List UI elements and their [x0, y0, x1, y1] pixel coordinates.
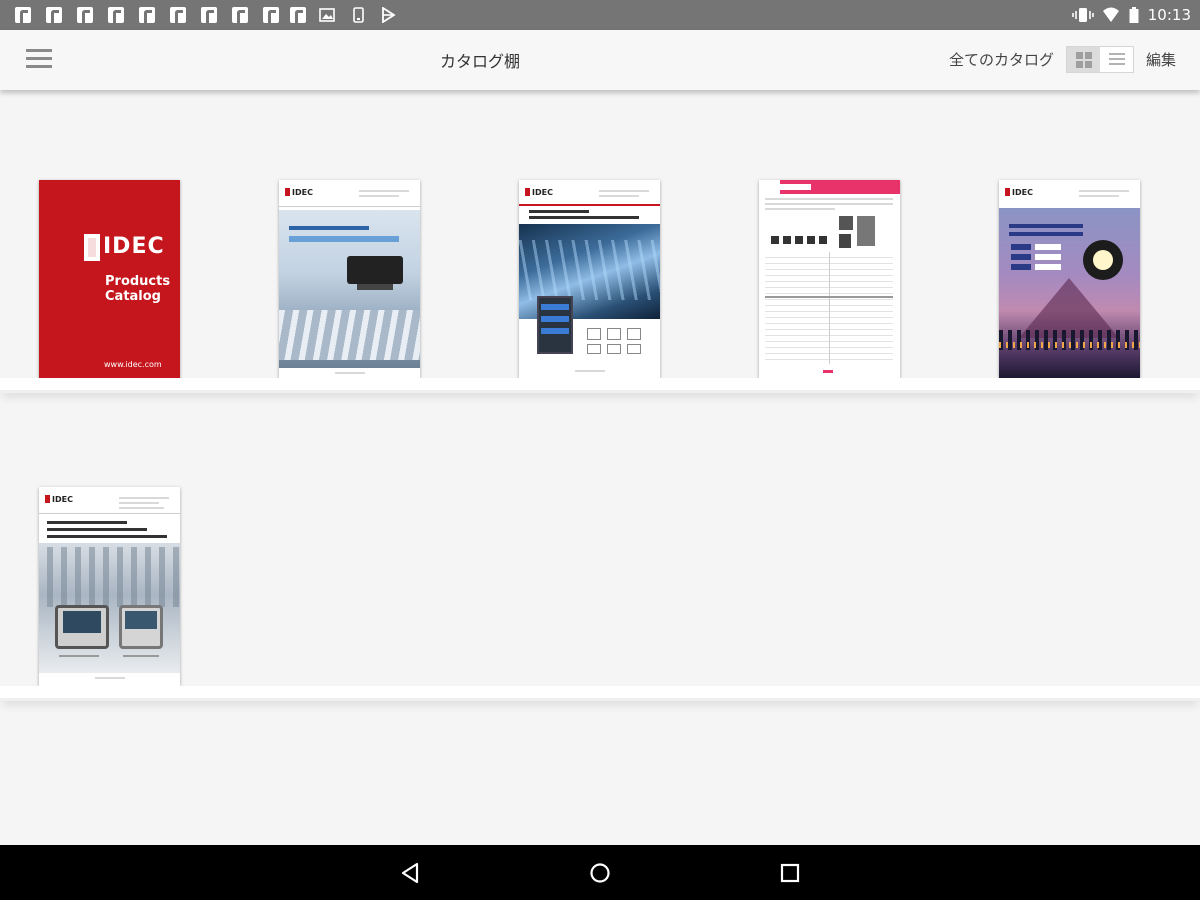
catalog-book[interactable]: IDEC — [999, 180, 1140, 379]
facebook-notification-icon — [46, 7, 62, 26]
image-notification-icon — [319, 8, 335, 22]
app-bar: カタログ棚 全てのカタログ 編集 — [0, 30, 1200, 90]
wifi-icon — [1103, 7, 1119, 22]
shelf — [0, 378, 1200, 393]
clock: 10:13 — [1147, 6, 1191, 24]
app-screen: 10:13 カタログ棚 全てのカタログ 編集 IDEC Products Cat… — [0, 0, 1200, 900]
book-url: www.idec.com — [104, 360, 162, 369]
facebook-notification-icon — [232, 7, 248, 26]
facebook-notification-icon — [77, 7, 93, 26]
book-brand: IDEC — [1005, 188, 1033, 197]
book-brand: IDEC — [285, 188, 313, 197]
list-view-icon[interactable] — [1100, 47, 1133, 72]
battery-icon — [1129, 7, 1139, 23]
facebook-notification-icon — [15, 7, 31, 26]
catalog-book[interactable]: IDEC Products Catalog www.idec.com — [39, 180, 180, 379]
facebook-notification-icon — [263, 7, 279, 26]
facebook-notification-icon — [290, 7, 306, 26]
page-title: カタログ棚 — [439, 52, 520, 71]
phone-notification-icon — [353, 7, 364, 23]
shelf — [0, 686, 1200, 701]
book-brand: IDEC — [103, 234, 165, 259]
view-mode-toggle — [1066, 46, 1134, 73]
catalog-book[interactable] — [759, 180, 900, 379]
vibrate-icon — [1072, 8, 1094, 22]
edit-button[interactable]: 編集 — [1146, 49, 1176, 70]
back-icon[interactable] — [397, 859, 425, 887]
grid-view-icon[interactable] — [1067, 47, 1100, 72]
play-store-notification-icon — [382, 7, 396, 23]
book-brand: IDEC — [525, 188, 553, 197]
facebook-notification-icon — [170, 7, 186, 26]
home-icon[interactable] — [586, 859, 614, 887]
book-title: Products Catalog — [105, 274, 171, 304]
catalog-filter-button[interactable]: 全てのカタログ — [949, 49, 1054, 70]
status-bar: 10:13 — [0, 0, 1200, 30]
navigation-bar — [0, 845, 1200, 900]
hamburger-icon[interactable] — [26, 47, 52, 71]
recents-icon[interactable] — [776, 859, 804, 887]
book-brand: IDEC — [45, 495, 73, 504]
catalog-book[interactable]: IDEC — [279, 180, 420, 379]
facebook-notification-icon — [139, 7, 155, 26]
catalog-book[interactable]: IDEC — [519, 180, 660, 379]
facebook-notification-icon — [108, 7, 124, 26]
catalog-book[interactable]: IDEC — [39, 487, 180, 686]
facebook-notification-icon — [201, 7, 217, 26]
